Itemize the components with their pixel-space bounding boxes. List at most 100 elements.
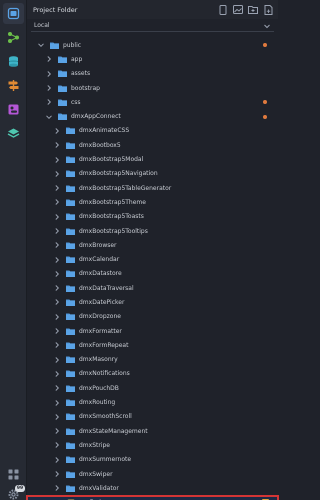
tree-folder-row[interactable]: dmxDataTraversal [27,281,278,295]
tree-folder-row[interactable]: dmxSmoothScroll [27,410,278,424]
folder-icon [58,56,67,63]
tree-folder-row[interactable]: public [27,38,278,52]
chevron-right-icon[interactable] [53,270,61,278]
chevron-right-icon[interactable] [53,241,61,249]
chevron-right-icon[interactable] [53,313,61,321]
chevron-right-icon[interactable] [53,213,61,221]
tree-folder-row[interactable]: bootstrap [27,81,278,95]
tree-item-label: css [71,98,81,106]
tree-item-label: public [63,41,82,49]
tree-folder-row[interactable]: dmxNotifications [27,367,278,381]
chevron-right-icon[interactable] [53,356,61,364]
folder-icon [66,242,75,249]
tree-folder-row[interactable]: dmxStripe [27,438,278,452]
modified-dot [263,100,267,105]
chevron-right-icon[interactable] [53,484,61,492]
chevron-right-icon[interactable] [53,413,61,421]
chevron-down-icon[interactable] [45,113,53,121]
chevron-right-icon[interactable] [53,327,61,335]
chevron-right-icon[interactable] [53,141,61,149]
image-preview-button[interactable] [233,5,243,15]
database-icon [9,56,18,67]
routing-button[interactable] [3,75,24,96]
folder-icon [66,413,75,421]
tree-folder-row[interactable]: dmxSwiper [27,467,278,481]
chevron-right-icon[interactable] [53,127,61,135]
tree-folder-row[interactable]: dmxAnimateCSS [27,124,278,138]
chevron-right-icon[interactable] [53,441,61,449]
tree-folder-row[interactable]: dmxBootstrap5Navigation [27,167,278,181]
tree-folder-row[interactable]: dmxBrowser [27,238,278,252]
tree-folder-row[interactable]: dmxAppConnect [27,109,278,123]
chevron-right-icon[interactable] [53,198,61,206]
tree-folder-row[interactable]: dmxFormRepeat [27,338,278,352]
chevron-right-icon[interactable] [53,384,61,392]
chevron-right-icon[interactable] [53,256,61,264]
tree-item-label: dmxSmoothScroll [79,413,132,421]
tree-folder-row[interactable]: app [27,52,278,66]
tree-folder-row[interactable]: dmxRouting [27,395,278,409]
chevron-right-icon[interactable] [53,370,61,378]
tree-folder-row[interactable]: dmxValidator [27,481,278,495]
tree-folder-row[interactable]: css [27,95,278,109]
chevron-down-icon[interactable] [37,41,45,49]
tree-folder-row[interactable]: dmxCalendar [27,252,278,266]
tree-folder-row[interactable]: dmxDatastore [27,267,278,281]
tree-item-label: dmxFormatter [79,327,122,335]
new-folder-button[interactable] [248,5,258,15]
chevron-right-icon[interactable] [53,470,61,478]
project-folder-button[interactable] [3,3,24,24]
chevron-right-icon[interactable] [53,427,61,435]
chevron-right-icon[interactable] [45,84,53,92]
chevron-right-icon[interactable] [53,170,61,178]
chevron-right-icon[interactable] [53,298,61,306]
tree-folder-row[interactable]: dmxBootstrap5Tooltips [27,224,278,238]
folder-icon [66,399,75,407]
tree-file-row[interactable]: config.js [26,494,279,500]
tree-folder-row[interactable]: dmxMasonry [27,353,278,367]
phone-preview-button[interactable] [218,4,228,15]
new-file-button[interactable] [263,4,273,15]
tree-folder-row[interactable]: dmxBootstrap5TableGenerator [27,181,278,195]
location-select[interactable]: Local [31,21,274,32]
extensions-button[interactable] [3,464,24,485]
tree-folder-row[interactable]: dmxBootstrap5Toasts [27,210,278,224]
tree-folder-row[interactable]: assets [27,67,278,81]
server-connect-button[interactable] [3,27,24,48]
chevron-right-icon[interactable] [53,456,61,464]
layers-button[interactable] [3,123,24,144]
tree-item-label: dmxFormRepeat [79,341,129,349]
tree-folder-row[interactable]: dmxDatePicker [27,295,278,309]
folder-icon [66,142,75,149]
folder-icon [66,185,75,192]
tree-item-label: dmxMasonry [79,356,118,364]
security-button[interactable] [3,99,24,120]
chevron-right-icon[interactable] [53,156,61,164]
chevron-right-icon[interactable] [53,284,61,292]
tree-folder-row[interactable]: dmxStateManagement [27,424,278,438]
tree-folder-row[interactable]: dmxSummernote [27,453,278,467]
folder-icon [58,113,67,121]
tree-folder-row[interactable]: dmxBootstrap5Theme [27,195,278,209]
chevron-right-icon[interactable] [53,184,61,192]
tree-folder-row[interactable]: dmxBootbox5 [27,138,278,152]
chevron-right-icon[interactable] [45,70,53,78]
routing-icon [8,80,19,91]
image-icon [233,5,243,14]
tree-item-label: dmxBrowser [79,241,117,249]
tree-folder-row[interactable]: dmxBootstrap5Modal [27,152,278,166]
chevron-right-icon[interactable] [45,55,53,63]
folder-icon [66,313,75,321]
folder-icon [66,456,75,464]
tree-folder-row[interactable]: dmxFormatter [27,324,278,338]
tree-item-label: dmxPouchDB [79,384,119,392]
chevron-right-icon[interactable] [53,341,61,349]
tree-folder-row[interactable]: dmxDropzone [27,310,278,324]
chevron-right-icon[interactable] [45,98,53,106]
folder-icon [66,485,75,492]
tree-folder-row[interactable]: dmxPouchDB [27,381,278,395]
chevron-right-icon[interactable] [53,399,61,407]
chevron-right-icon[interactable] [53,227,61,235]
folder-icon [66,256,75,264]
database-button[interactable] [3,51,24,72]
